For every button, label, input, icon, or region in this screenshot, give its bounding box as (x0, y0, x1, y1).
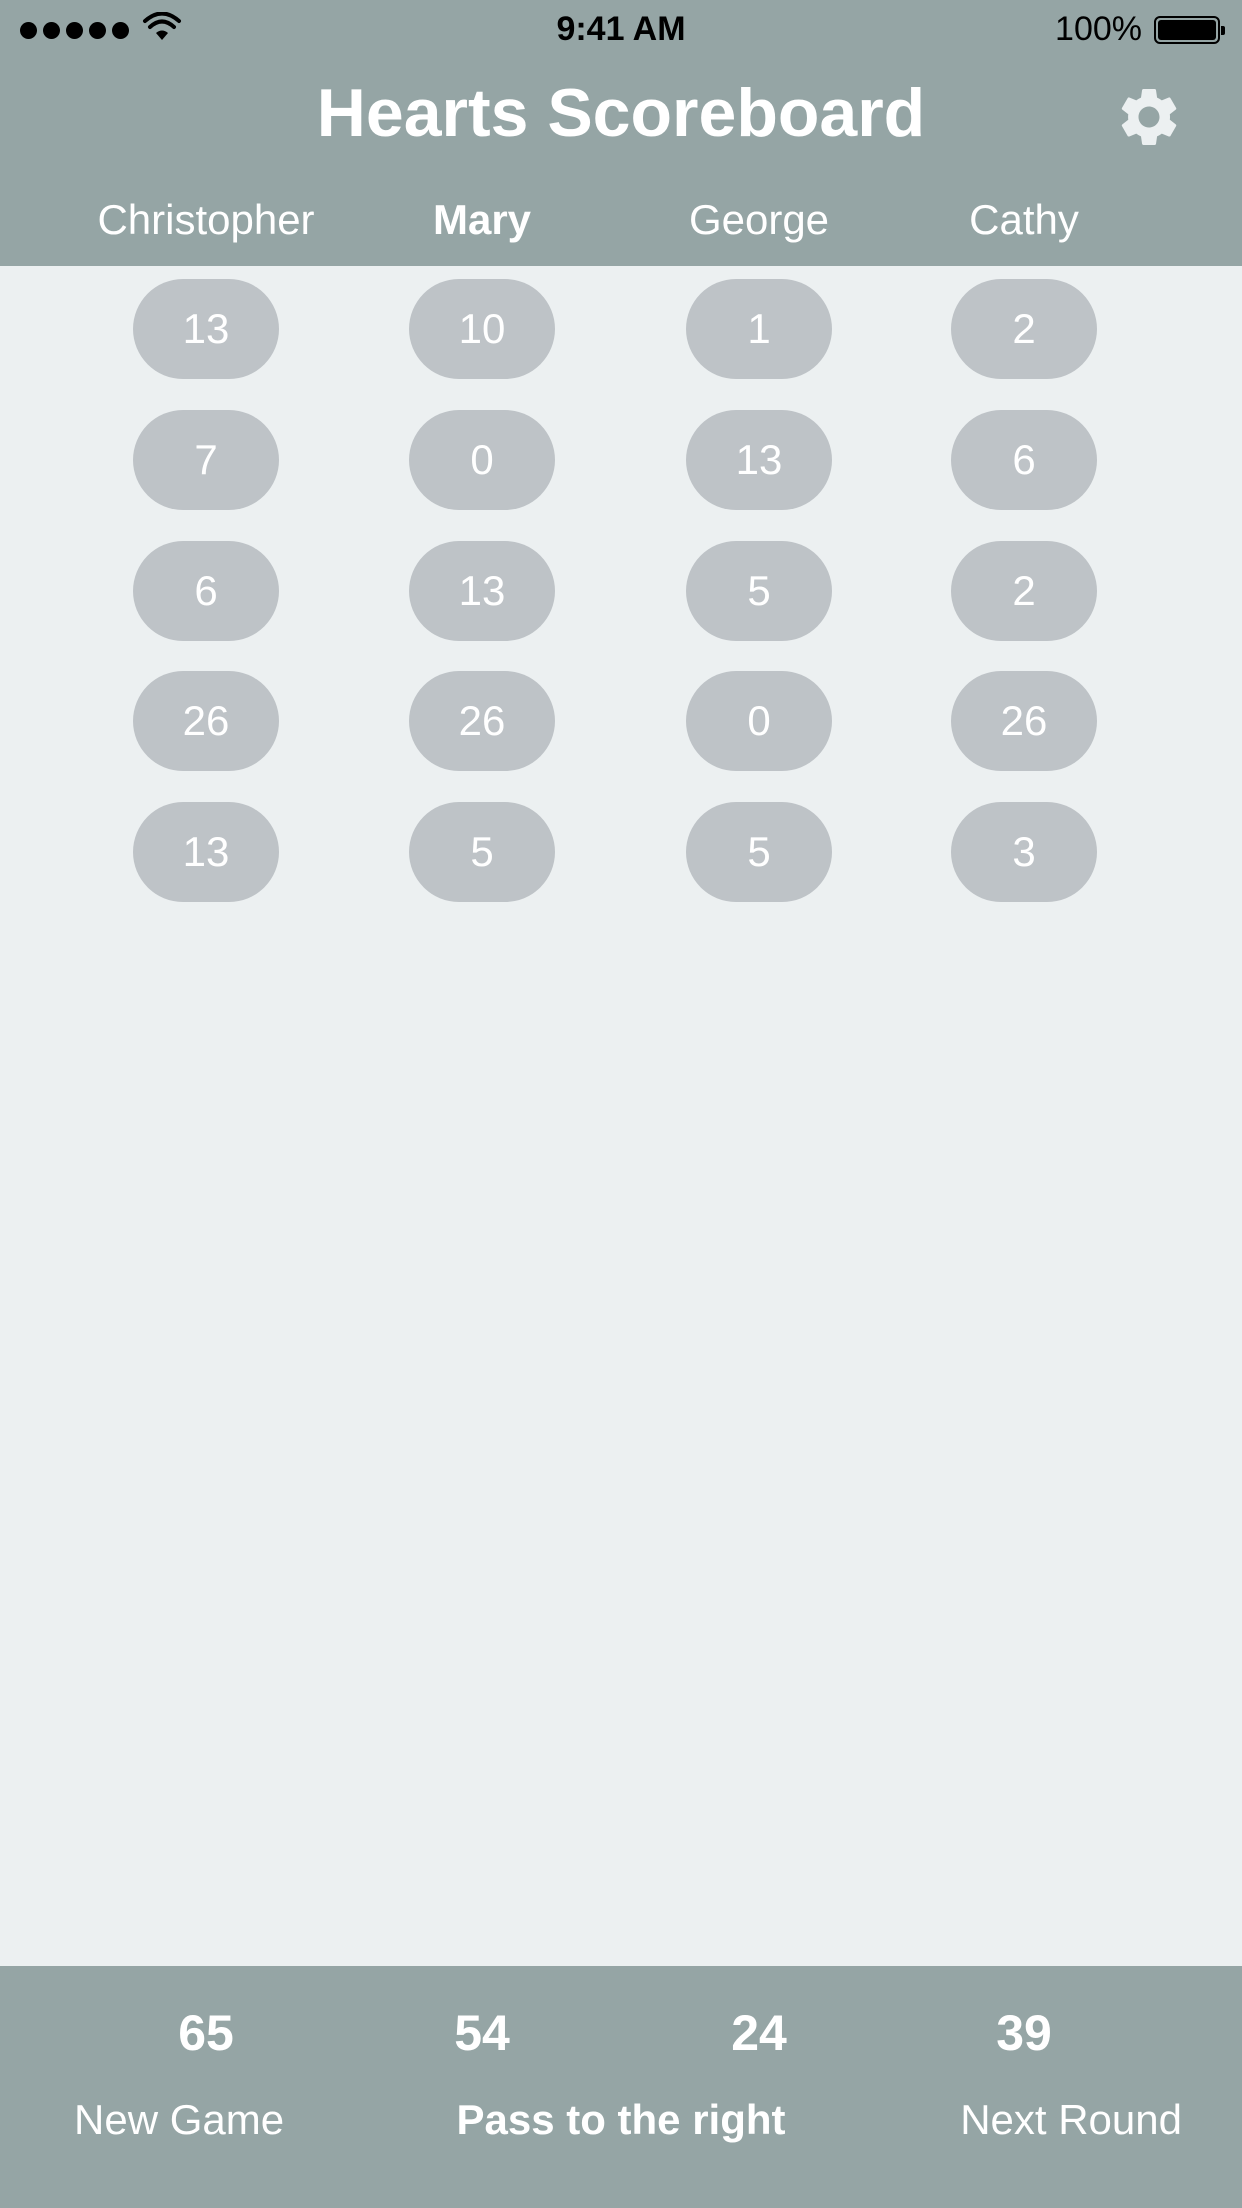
score-cell[interactable]: 6 (951, 410, 1097, 510)
score-cell[interactable]: 26 (409, 671, 555, 771)
total-score-cathy: 39 (996, 2005, 1052, 2061)
battery-icon (1154, 16, 1225, 44)
total-score-mary: 54 (454, 2005, 510, 2061)
score-cell[interactable]: 0 (686, 671, 832, 771)
score-cell[interactable]: 5 (686, 541, 832, 641)
score-cell[interactable]: 3 (951, 802, 1097, 902)
player-names-row: Christopher Mary George Cathy (0, 196, 1242, 256)
settings-gear-icon[interactable] (1114, 82, 1184, 152)
top-bar: 9:41 AM 100% Hearts Scoreboard Christoph… (0, 0, 1242, 266)
score-cell[interactable]: 2 (951, 541, 1097, 641)
score-cell[interactable]: 5 (686, 802, 832, 902)
score-cell[interactable]: 13 (686, 410, 832, 510)
player-name-christopher[interactable]: Christopher (66, 196, 346, 244)
status-bar: 9:41 AM 100% (0, 0, 1242, 60)
total-score-george: 24 (731, 2005, 787, 2061)
player-name-george[interactable]: George (619, 196, 899, 244)
score-cell[interactable]: 13 (409, 541, 555, 641)
score-cell[interactable]: 0 (409, 410, 555, 510)
score-cell[interactable]: 5 (409, 802, 555, 902)
score-cell[interactable]: 7 (133, 410, 279, 510)
battery-percent: 100% (1055, 10, 1142, 48)
player-name-mary[interactable]: Mary (342, 196, 622, 244)
score-cell[interactable]: 13 (133, 802, 279, 902)
score-cell[interactable]: 2 (951, 279, 1097, 379)
score-cell[interactable]: 26 (951, 671, 1097, 771)
score-cell[interactable]: 6 (133, 541, 279, 641)
footer-bar: 65 54 24 39 New Game Pass to the right N… (0, 1966, 1242, 2208)
score-cell[interactable]: 13 (133, 279, 279, 379)
page-title: Hearts Scoreboard (316, 75, 926, 151)
next-round-button[interactable]: Next Round (960, 2096, 1182, 2144)
score-cell[interactable]: 1 (686, 279, 832, 379)
player-name-cathy[interactable]: Cathy (884, 196, 1164, 244)
score-cell[interactable]: 10 (409, 279, 555, 379)
total-score-christopher: 65 (178, 2005, 234, 2061)
score-cell[interactable]: 26 (133, 671, 279, 771)
